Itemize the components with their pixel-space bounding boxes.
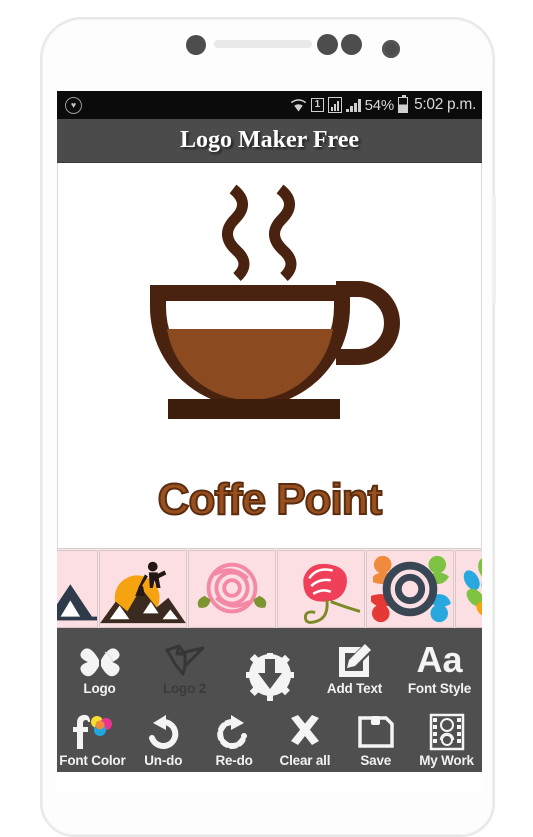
red-rose-thumb-icon[interactable] bbox=[278, 551, 364, 627]
thumbnail-item[interactable] bbox=[99, 550, 187, 628]
phone-frame: ♥ 1 54% 5:02 p.m. Logo Maker Free Coffe … bbox=[40, 17, 496, 837]
thumbnail-item[interactable] bbox=[57, 550, 98, 628]
origami-bird-icon bbox=[163, 638, 207, 682]
tool-label: Font Style bbox=[407, 681, 472, 697]
logo2-button[interactable]: Logo 2 bbox=[142, 628, 227, 700]
clear-all-button[interactable]: Clear all bbox=[269, 700, 340, 772]
undo-arrow-icon bbox=[144, 710, 182, 754]
tool-label: Logo 2 bbox=[162, 681, 207, 697]
thumbnail-item[interactable] bbox=[277, 550, 365, 628]
logo-button[interactable]: Logo bbox=[57, 628, 142, 700]
tool-label: Re-do bbox=[215, 753, 253, 769]
font-style-button[interactable]: Aa Font Style bbox=[397, 628, 482, 700]
notification-led-icon bbox=[341, 34, 362, 55]
close-x-icon bbox=[286, 710, 324, 754]
page-title: Logo Maker Free bbox=[179, 127, 360, 153]
thumbnail-item[interactable] bbox=[455, 550, 482, 628]
power-button[interactable] bbox=[492, 194, 496, 304]
signal-bars-icon bbox=[346, 98, 361, 112]
front-camera-icon bbox=[382, 40, 400, 58]
toolbar-row-1: Logo Logo 2 Add Text Aa Font Style bbox=[57, 628, 482, 701]
coffee-logo-artwork[interactable]: Coffe Point bbox=[140, 177, 400, 523]
tool-label: My Work bbox=[419, 753, 474, 769]
redo-arrow-icon bbox=[215, 710, 253, 754]
pink-rose-thumb-icon[interactable] bbox=[189, 551, 275, 627]
tool-label: Logo bbox=[83, 681, 116, 697]
phone-screen: ♥ 1 54% 5:02 p.m. Logo Maker Free Coffe … bbox=[57, 91, 482, 791]
signal-box-icon bbox=[328, 97, 343, 113]
gear-download-icon bbox=[244, 653, 296, 701]
tool-label: Clear all bbox=[279, 753, 331, 769]
shield-icon: ♥ bbox=[65, 96, 82, 114]
logo-caption[interactable]: Coffe Point bbox=[140, 477, 400, 523]
battery-percent: 54% bbox=[364, 96, 395, 114]
tool-label: Add Text bbox=[326, 681, 383, 697]
toolbar-row-2: Font Color Un-do Re-do Clear all Save My… bbox=[57, 700, 482, 772]
add-text-button[interactable]: Add Text bbox=[312, 628, 397, 700]
hiker-sunset-thumb-icon[interactable] bbox=[100, 551, 186, 627]
tool-label: Font Color bbox=[59, 753, 126, 769]
clock-time: 5:02 p.m. bbox=[414, 96, 476, 113]
f-color-icon bbox=[70, 710, 114, 754]
redo-button[interactable]: Re-do bbox=[199, 700, 270, 772]
floppy-disk-icon bbox=[357, 710, 395, 754]
film-strip-icon bbox=[428, 710, 466, 754]
tool-label: Un-do bbox=[144, 753, 183, 769]
template-thumbnail-strip[interactable] bbox=[57, 548, 482, 628]
font-color-button[interactable]: Font Color bbox=[57, 700, 128, 772]
save-button[interactable]: Save bbox=[340, 700, 411, 772]
logo-canvas[interactable]: Coffe Point bbox=[57, 163, 482, 548]
light-sensor-icon bbox=[317, 34, 338, 55]
status-bar: ♥ 1 54% 5:02 p.m. bbox=[57, 91, 482, 119]
sim-1-icon: 1 bbox=[310, 98, 325, 112]
thumbnail-item[interactable] bbox=[366, 550, 454, 628]
my-work-button[interactable]: My Work bbox=[411, 700, 482, 772]
wifi-icon bbox=[290, 98, 306, 111]
battery-charging-icon bbox=[398, 95, 409, 113]
aa-icon: Aa bbox=[416, 639, 463, 681]
undo-button[interactable]: Un-do bbox=[128, 700, 199, 772]
background-button[interactable] bbox=[227, 628, 312, 701]
tool-label: Save bbox=[360, 753, 392, 769]
app-title-bar: Logo Maker Free bbox=[57, 119, 482, 163]
phone-top-bezel bbox=[42, 19, 493, 91]
people-circle-thumb-icon[interactable] bbox=[367, 551, 453, 627]
coffee-cup-icon[interactable] bbox=[140, 177, 400, 477]
earpiece-speaker bbox=[214, 40, 312, 48]
proximity-sensor-icon bbox=[186, 35, 206, 55]
tools-toolbar: Logo Logo 2 Add Text Aa Font Style Font … bbox=[57, 628, 482, 772]
leaf-butterfly-icon bbox=[79, 638, 121, 682]
mountain-thumb-icon[interactable] bbox=[57, 551, 97, 627]
thumbnail-item[interactable] bbox=[188, 550, 276, 628]
edit-pencil-icon bbox=[335, 638, 375, 682]
tree-person-thumb-icon[interactable] bbox=[456, 551, 482, 627]
